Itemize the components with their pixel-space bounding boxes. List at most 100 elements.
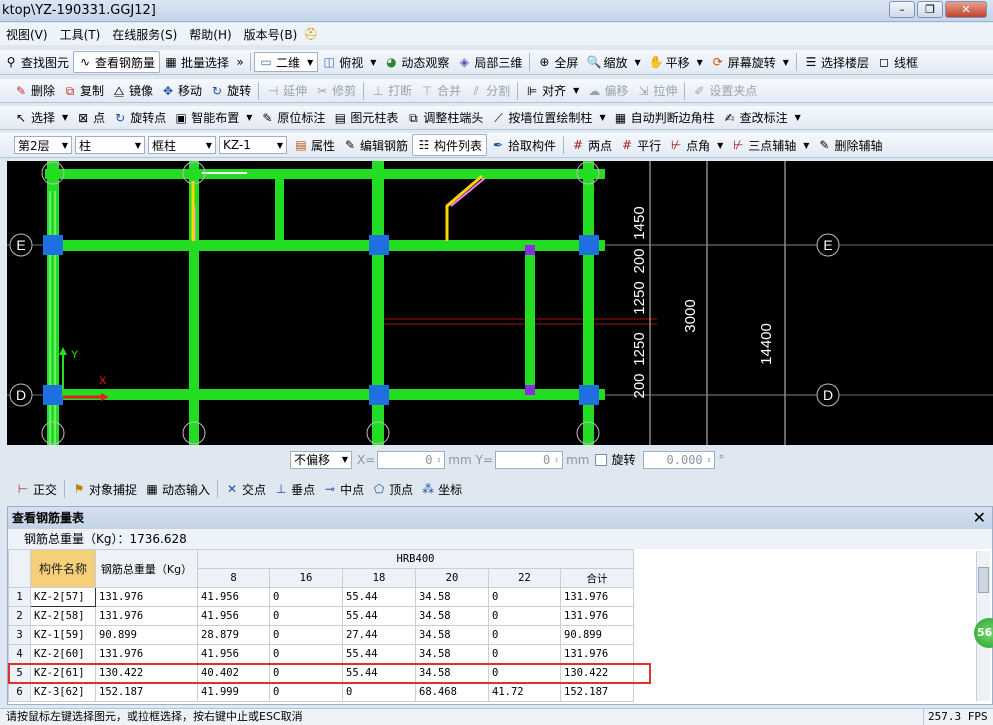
cell-16[interactable]: 0 [269, 663, 343, 683]
perpendicular-snap-button[interactable]: ⊥ 垂点 [270, 478, 319, 500]
orig-annotation-button[interactable]: ✎ 原位标注 [256, 107, 329, 129]
cell-20[interactable]: 68.468 [415, 682, 489, 702]
edit-rebar-button[interactable]: ✎ 编辑钢筋 [339, 134, 412, 156]
cell-20[interactable]: 34.58 [415, 644, 489, 664]
cell-total[interactable]: 130.422 [560, 663, 634, 683]
cell-18[interactable]: 55.44 [342, 663, 416, 683]
menu-view[interactable]: 视图(V) [0, 26, 54, 43]
cell-16[interactable]: 0 [269, 606, 343, 626]
intersection-snap-button[interactable]: ✕ 交点 [221, 478, 270, 500]
cell-weight[interactable]: 152.187 [95, 682, 198, 702]
local-3d-button[interactable]: ◈ 局部三维 [453, 51, 526, 73]
cell-total[interactable]: 90.899 [560, 625, 634, 645]
copy-button[interactable]: ⧉ 复制 [59, 80, 108, 102]
screen-rotate-button[interactable]: ⟳ 屏幕旋转 ▼ [707, 51, 793, 73]
offset-button[interactable]: ☁ 偏移 [583, 80, 632, 102]
cell-8[interactable]: 28.879 [197, 625, 270, 645]
cell-22[interactable]: 0 [488, 644, 561, 664]
coordinate-snap-button[interactable]: ⁂ 坐标 [417, 478, 466, 500]
wireframe-button[interactable]: ◻ 线框 [873, 51, 922, 73]
element-table-button[interactable]: ▤ 图元柱表 [329, 107, 402, 129]
split-button[interactable]: ⫽ 分割 [465, 80, 514, 102]
view-rebar-button[interactable]: ∿ 查看钢筋量 [73, 51, 161, 73]
cell-name[interactable]: KZ-2[60] [30, 644, 96, 664]
pan-button[interactable]: ✋ 平移 ▼ [645, 51, 707, 73]
cell-22[interactable]: 41.72 [488, 682, 561, 702]
y-input[interactable]: 0 ⇕ [495, 450, 564, 469]
auto-corner-button[interactable]: ▦ 自动判断边角柱 [610, 107, 719, 129]
table-row[interactable]: 6 KZ-3[62] 152.187 41.999 0 0 68.468 41.… [8, 682, 634, 702]
menu-version[interactable]: 版本号(B) [238, 26, 304, 43]
cell-weight[interactable]: 131.976 [95, 587, 198, 607]
smart-layout-button[interactable]: ▣ 智能布置 ▼ [170, 107, 256, 129]
align-button[interactable]: ⊫ 对齐 ▼ [521, 80, 583, 102]
cell-weight[interactable]: 90.899 [95, 625, 198, 645]
rotate-checkbox[interactable] [595, 453, 608, 466]
three-point-axis-button[interactable]: ⊬ 三点辅轴 ▼ [727, 134, 813, 156]
cell-8[interactable]: 41.956 [197, 606, 270, 626]
table-row[interactable]: 2 KZ-2[58] 131.976 41.956 0 55.44 34.58 … [8, 606, 634, 626]
rotate-angle-input[interactable]: 0.000 ⇕ [643, 450, 716, 469]
pick-component-button[interactable]: ✒ 拾取构件 [487, 134, 560, 156]
properties-button[interactable]: ▤ 属性 [290, 134, 339, 156]
column-header-20[interactable]: 20 [415, 568, 489, 588]
column-header-name[interactable]: 构件名称 [30, 549, 96, 588]
cell-18[interactable]: 55.44 [342, 606, 416, 626]
helmet-icon[interactable]: ⛑ [303, 27, 318, 41]
extend-button[interactable]: ⊣ 延伸 [262, 80, 311, 102]
cell-22[interactable]: 0 [488, 663, 561, 683]
cell-20[interactable]: 34.58 [415, 587, 489, 607]
cell-name[interactable]: KZ-2[58] [30, 606, 96, 626]
cell-total[interactable]: 152.187 [560, 682, 634, 702]
cell-name[interactable]: KZ-2[61] [30, 663, 96, 683]
cell-22[interactable]: 0 [488, 606, 561, 626]
menu-help[interactable]: 帮助(H) [183, 26, 237, 43]
cell-20[interactable]: 34.58 [415, 625, 489, 645]
move-button[interactable]: ✥ 移动 [157, 80, 206, 102]
cell-20[interactable]: 34.58 [415, 663, 489, 683]
drawing-canvas[interactable]: E D E D 1450 200 1250 1250 200 3000 1440… [7, 161, 993, 445]
batch-select-button[interactable]: ▦ 批量选择 [160, 51, 233, 73]
rotate-button[interactable]: ↻ 旋转 [206, 80, 255, 102]
select-button[interactable]: ↖ 选择 ▼ [10, 107, 72, 129]
subtype-select[interactable]: 框柱 ▼ [148, 136, 216, 154]
merge-button[interactable]: ⊤ 合并 [416, 80, 465, 102]
cell-20[interactable]: 34.58 [415, 606, 489, 626]
cell-16[interactable]: 0 [269, 682, 343, 702]
table-row[interactable]: 4 KZ-2[60] 131.976 41.956 0 55.44 34.58 … [8, 644, 634, 664]
close-window-button[interactable]: ✕ [945, 1, 987, 18]
cell-8[interactable]: 41.956 [197, 644, 270, 664]
column-header-16[interactable]: 16 [269, 568, 343, 588]
cell-8[interactable]: 40.402 [197, 663, 270, 683]
cell-weight[interactable]: 131.976 [95, 644, 198, 664]
column-header-weight[interactable]: 钢筋总重量（Kg） [95, 549, 198, 588]
cell-18[interactable]: 0 [342, 682, 416, 702]
cell-name[interactable]: KZ-2[57] [30, 587, 96, 607]
overflow-chevron-icon[interactable]: » [233, 55, 247, 69]
cell-weight[interactable]: 131.976 [95, 606, 198, 626]
vertex-snap-button[interactable]: ⬠ 顶点 [368, 478, 417, 500]
dynamic-input-button[interactable]: ▦ 动态输入 [141, 478, 214, 500]
cell-name[interactable]: KZ-1[59] [30, 625, 96, 645]
fullscreen-button[interactable]: ⊕ 全屏 [533, 51, 582, 73]
delete-axis-button[interactable]: ✎ 删除辅轴 [813, 134, 886, 156]
cell-total[interactable]: 131.976 [560, 606, 634, 626]
ortho-button[interactable]: ⊢ 正交 [12, 478, 61, 500]
trim-button[interactable]: ✂ 修剪 [311, 80, 360, 102]
cell-weight[interactable]: 130.422 [95, 663, 198, 683]
top-view-button[interactable]: ◫ 俯视 ▼ [318, 51, 380, 73]
minimize-button[interactable]: – [889, 1, 915, 18]
column-header-22[interactable]: 22 [488, 568, 561, 588]
cell-16[interactable]: 0 [269, 644, 343, 664]
table-row[interactable]: 5 KZ-2[61] 130.422 40.402 0 55.44 34.58 … [8, 663, 634, 683]
point-angle-button[interactable]: ⊬ 点角 ▼ [665, 134, 727, 156]
stretch-button[interactable]: ⇲ 拉伸 [632, 80, 681, 102]
cell-16[interactable]: 0 [269, 587, 343, 607]
component-list-button[interactable]: ☷ 构件列表 [412, 134, 488, 156]
menu-online[interactable]: 在线服务(S) [106, 26, 183, 43]
component-select[interactable]: KZ-1 ▼ [219, 136, 287, 154]
close-icon[interactable]: ✕ [973, 507, 986, 529]
two-point-button[interactable]: # 两点 [567, 134, 616, 156]
cell-total[interactable]: 131.976 [560, 587, 634, 607]
cell-name[interactable]: KZ-3[62] [30, 682, 96, 702]
